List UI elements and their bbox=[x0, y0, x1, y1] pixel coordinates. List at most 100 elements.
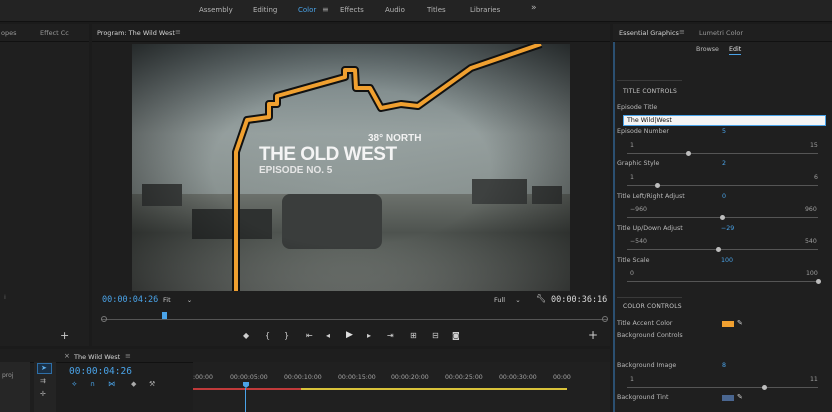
tab-edit[interactable]: Edit bbox=[729, 46, 742, 55]
graphic-style-slider[interactable] bbox=[627, 183, 818, 188]
title-scale-value[interactable]: 100 bbox=[721, 257, 733, 264]
lr-min: −960 bbox=[630, 206, 647, 213]
overlay-title: THE OLD WEST bbox=[259, 144, 397, 165]
add-marker-icon[interactable]: ◆ bbox=[243, 331, 249, 340]
episode-title-label: Episode Title bbox=[617, 104, 658, 111]
ruler-tick: 00:00:15:00 bbox=[338, 374, 376, 381]
background-image-label: Background Image bbox=[617, 362, 677, 369]
ripple-edit-tool-icon[interactable]: ✛ bbox=[40, 390, 46, 398]
workspace-audio[interactable]: Audio bbox=[385, 6, 405, 14]
add-button-icon[interactable]: + bbox=[588, 328, 598, 342]
render-bar-red bbox=[193, 388, 301, 390]
title-up-down-slider[interactable] bbox=[627, 247, 818, 252]
scrubber-end-handle[interactable] bbox=[602, 316, 608, 322]
workspace-overflow-icon[interactable]: » bbox=[531, 3, 537, 13]
timeline-menu-icon[interactable]: ≡ bbox=[125, 352, 131, 360]
workspace-effects[interactable]: Effects bbox=[340, 6, 364, 14]
project-panel-text: proj bbox=[2, 372, 14, 379]
background-image-slider[interactable] bbox=[627, 385, 818, 390]
title-left-right-slider[interactable] bbox=[627, 215, 818, 220]
background-tint-swatch[interactable] bbox=[722, 395, 734, 401]
ruler-tick: :00:00 bbox=[193, 374, 213, 381]
workspace-color-menu-icon[interactable]: ≡ bbox=[322, 5, 329, 14]
workspace-color[interactable]: Color bbox=[298, 6, 316, 14]
program-video-frame[interactable]: 38° NORTH THE OLD WEST EPISODE NO. 5 bbox=[132, 44, 570, 291]
background-tint-label: Background Tint bbox=[617, 394, 669, 401]
tools-panel: ➤ ⇉ ✛ bbox=[34, 362, 56, 412]
title-left-right-label: Title Left/Right Adjust bbox=[617, 193, 685, 200]
insert-icon[interactable]: ⊞ bbox=[410, 331, 417, 340]
tab-effect-controls[interactable]: Effect Cc bbox=[40, 29, 69, 37]
episode-number-max: 15 bbox=[810, 142, 818, 149]
tab-browse[interactable]: Browse bbox=[696, 46, 719, 53]
ruler-tick: 00:00:30:00 bbox=[499, 374, 537, 381]
background-image-knob[interactable] bbox=[762, 385, 768, 390]
workspace-titles[interactable]: Titles bbox=[427, 6, 446, 14]
workspace-libraries[interactable]: Libraries bbox=[470, 6, 500, 14]
episode-number-value[interactable]: 5 bbox=[722, 128, 726, 135]
background-controls-label: Background Controls bbox=[617, 332, 683, 339]
background-image-value[interactable]: 8 bbox=[722, 362, 726, 369]
mark-out-icon[interactable]: } bbox=[284, 331, 289, 340]
workspace-editing[interactable]: Editing bbox=[253, 6, 277, 14]
tab-scopes[interactable]: opes bbox=[1, 29, 17, 37]
add-marker-timeline-icon[interactable]: ⋈ bbox=[108, 380, 115, 388]
episode-title-input[interactable]: The Wild|West bbox=[623, 115, 826, 126]
marker-icon[interactable]: ◆ bbox=[131, 380, 136, 388]
tab-lumetri-color[interactable]: Lumetri Color bbox=[699, 29, 743, 37]
program-tab-menu-icon[interactable]: ≡ bbox=[175, 28, 181, 36]
project-panel: proj bbox=[0, 362, 30, 412]
title-left-right-value[interactable]: 0 bbox=[722, 193, 726, 200]
episode-number-knob[interactable] bbox=[685, 151, 691, 156]
go-to-in-icon[interactable]: ⇤ bbox=[306, 331, 313, 340]
overlay-north: 38° NORTH bbox=[368, 133, 422, 144]
add-icon[interactable]: + bbox=[60, 329, 69, 342]
timeline-close-icon[interactable]: × bbox=[64, 352, 70, 360]
graphic-style-max: 6 bbox=[814, 174, 818, 181]
ruler-tick: 00:00 bbox=[553, 374, 571, 381]
play-icon[interactable]: ▶ bbox=[346, 330, 353, 340]
snap-icon[interactable]: ⟡ bbox=[72, 380, 77, 389]
program-end-timecode: 00:00:36:16 bbox=[551, 295, 608, 305]
title-scale-knob[interactable] bbox=[815, 279, 821, 284]
selection-tool-icon[interactable]: ➤ bbox=[37, 363, 52, 374]
tab-program[interactable]: Program: The Wild West bbox=[97, 29, 175, 37]
step-forward-icon[interactable]: ▸ bbox=[367, 331, 371, 340]
track-select-tool-icon[interactable]: ⇉ bbox=[40, 377, 46, 385]
ruler-tick: 00:00:10:00 bbox=[284, 374, 322, 381]
step-back-icon[interactable]: ◂ bbox=[326, 331, 330, 340]
workspace-assembly[interactable]: Assembly bbox=[199, 6, 233, 14]
wrench-icon[interactable]: 🔧︎ bbox=[536, 294, 546, 303]
bg-image-min: 1 bbox=[630, 376, 634, 383]
linked-selection-icon[interactable]: ∩ bbox=[90, 380, 95, 388]
graphic-style-value[interactable]: 2 bbox=[722, 160, 726, 167]
essential-graphics-menu-icon[interactable]: ≡ bbox=[679, 28, 685, 36]
scroll-handle-icon[interactable]: ⁞ bbox=[4, 294, 6, 301]
scrubber-start-handle[interactable] bbox=[101, 316, 107, 322]
timeline-ruler[interactable] bbox=[193, 362, 610, 412]
title-scale-slider[interactable] bbox=[627, 279, 821, 284]
title-scale-label: Title Scale bbox=[617, 257, 650, 264]
program-scrubber[interactable] bbox=[101, 319, 607, 320]
tab-timeline[interactable]: The Wild West bbox=[74, 353, 120, 361]
zoom-dropdown[interactable]: Fit ⌄ bbox=[163, 296, 192, 304]
title-controls-heading: TITLE CONTROLS bbox=[623, 88, 678, 95]
title-accent-color-swatch[interactable] bbox=[722, 321, 734, 327]
episode-number-slider[interactable] bbox=[627, 151, 818, 156]
export-frame-icon[interactable]: ◙ bbox=[452, 331, 460, 340]
playhead[interactable] bbox=[162, 312, 167, 319]
bg-image-max: 11 bbox=[810, 376, 818, 383]
graphic-style-label: Graphic Style bbox=[617, 160, 660, 167]
overwrite-icon[interactable]: ⊟ bbox=[432, 331, 439, 340]
eyedropper-icon[interactable]: ✎ bbox=[737, 393, 743, 401]
title-left-right-knob[interactable] bbox=[720, 215, 725, 220]
mark-in-icon[interactable]: { bbox=[265, 331, 270, 340]
quality-dropdown[interactable]: Full ⌄ bbox=[494, 296, 521, 304]
wrench-icon[interactable]: ⚒ bbox=[149, 380, 155, 388]
program-current-timecode[interactable]: 00:00:04:26 bbox=[102, 295, 158, 305]
eyedropper-icon[interactable]: ✎ bbox=[737, 319, 743, 327]
go-to-out-icon[interactable]: ⇥ bbox=[387, 331, 394, 340]
title-up-down-value[interactable]: −29 bbox=[721, 225, 734, 232]
timeline-timecode[interactable]: 00:00:04:26 bbox=[69, 366, 132, 377]
tab-essential-graphics[interactable]: Essential Graphics bbox=[619, 29, 679, 37]
